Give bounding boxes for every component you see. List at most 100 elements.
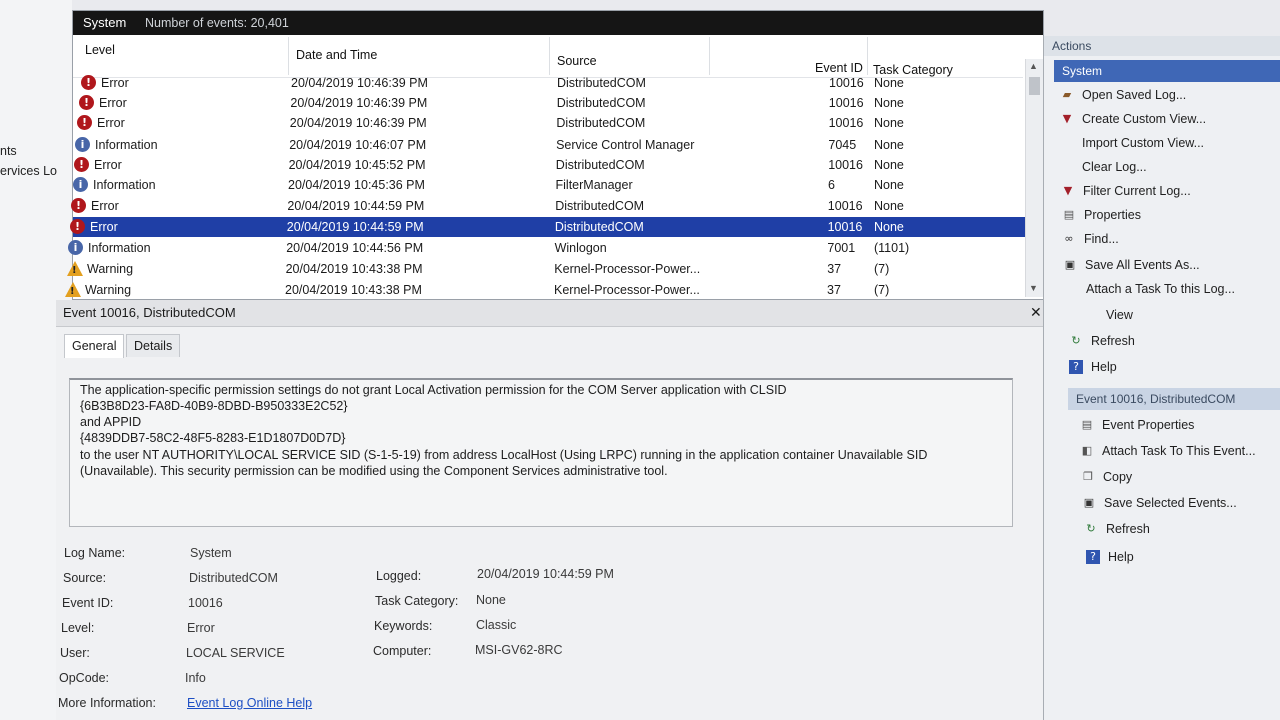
close-icon[interactable]: ✕ xyxy=(1030,304,1042,321)
event-source: DistributedCOM xyxy=(555,158,645,172)
scroll-down-icon[interactable]: ▼ xyxy=(1029,283,1038,293)
event-source: DistributedCOM xyxy=(556,96,646,110)
event-task-category: (7) xyxy=(874,283,890,297)
event-source: Winlogon xyxy=(554,241,607,255)
event-datetime: 20/04/2019 10:45:36 PM xyxy=(288,178,425,192)
event-row[interactable]: ! Warning 20/04/2019 10:43:38 PM Kernel-Pro… xyxy=(67,259,1028,279)
event-id: 37 xyxy=(827,283,841,297)
event-row[interactable]: ! Warning 20/04/2019 10:43:38 PM Kernel-Pro… xyxy=(65,280,1028,300)
copy-icon: ❐ xyxy=(1083,470,1093,483)
event-source: FilterManager xyxy=(555,178,633,192)
event-source: Kernel-Processor-Power... xyxy=(554,283,700,297)
message-line: The application-specific permission sett… xyxy=(80,383,787,397)
action-label: Refresh xyxy=(1091,334,1135,348)
event-row[interactable]: ! Error 20/04/2019 10:44:59 PM DistributedC… xyxy=(71,196,1028,216)
actions-group-event[interactable]: Event 10016, DistributedCOM xyxy=(1068,388,1280,410)
event-id: 10016 xyxy=(828,96,864,110)
event-detail-pane: Event 10016, DistributedCOM ✕ General De… xyxy=(56,300,1052,720)
event-row[interactable]: i Information 20/04/2019 10:45:36 PM Filter… xyxy=(73,175,1028,195)
event-datetime: 20/04/2019 10:46:39 PM xyxy=(291,76,428,90)
error-icon: ! xyxy=(79,95,94,110)
event-source: DistributedCOM xyxy=(554,220,644,234)
action-label: Create Custom View... xyxy=(1082,112,1207,126)
event-level: Information xyxy=(95,138,158,152)
scroll-thumb[interactable] xyxy=(1029,77,1040,95)
event-datetime: 20/04/2019 10:44:59 PM xyxy=(286,220,424,234)
error-icon: ! xyxy=(71,198,86,213)
user-value: LOCAL SERVICE xyxy=(186,646,285,660)
user-label: User: xyxy=(60,646,90,660)
event-list-header: System Number of events: 20,401 xyxy=(73,11,1043,35)
action-label: Open Saved Log... xyxy=(1082,88,1187,102)
actions-pane: Actions System ▰ Open Saved Log... ▼ Create… xyxy=(1043,36,1280,720)
tab-general[interactable]: General xyxy=(64,334,125,358)
keywords-label: Keywords: xyxy=(374,619,433,633)
event-task-category: (7) xyxy=(874,262,890,276)
event-id: 10016 xyxy=(828,116,864,130)
event-count: Number of events: 20,401 xyxy=(145,16,289,30)
event-row[interactable]: ! Error 20/04/2019 10:46:39 PM DistributedC… xyxy=(73,73,1028,93)
save-icon: ▣ xyxy=(1083,496,1095,509)
event-id-value: 10016 xyxy=(188,596,223,610)
actions-group-system[interactable]: System xyxy=(1054,60,1280,82)
event-level: Error xyxy=(99,96,127,110)
event-row[interactable]: ! Error 20/04/2019 10:46:39 PM DistributedC… xyxy=(73,113,1028,133)
tab-details[interactable]: Details xyxy=(126,334,181,357)
action-label: Attach a Task To this Log... xyxy=(1086,282,1235,296)
refresh-icon: ↻ xyxy=(1071,334,1081,347)
event-task-category: None xyxy=(874,199,904,213)
help-icon: ? xyxy=(1069,360,1083,374)
event-datetime: 20/04/2019 10:46:07 PM xyxy=(289,138,427,152)
log-name-title: System xyxy=(83,15,127,30)
scroll-up-icon[interactable]: ▲ xyxy=(1029,61,1038,71)
event-row[interactable]: ! Error 20/04/2019 10:46:39 PM DistributedC… xyxy=(73,93,1028,113)
logged-label: Logged: xyxy=(376,569,422,583)
event-row[interactable]: ! Error 20/04/2019 10:44:59 PM DistributedC… xyxy=(70,217,1028,237)
tree-item[interactable]: ervices Lo xyxy=(0,164,57,178)
action-label: Copy xyxy=(1103,470,1133,484)
computer-label: Computer: xyxy=(373,644,432,658)
error-icon: ! xyxy=(74,157,89,172)
event-level: Error xyxy=(91,199,119,213)
action-label: Event Properties xyxy=(1102,418,1195,432)
error-icon: ! xyxy=(77,115,92,130)
column-headers: Level Date and Time Source Event ID Task… xyxy=(73,35,1023,78)
action-label: Refresh xyxy=(1106,522,1150,536)
event-row[interactable]: i Information 20/04/2019 10:44:56 PM Winlog… xyxy=(68,238,1028,258)
event-level: Warning xyxy=(85,283,132,297)
event-source: DistributedCOM xyxy=(555,199,645,213)
event-level: Error xyxy=(90,220,118,234)
event-datetime: 20/04/2019 10:44:59 PM xyxy=(287,199,425,213)
message-line: and APPID xyxy=(80,415,142,429)
message-line: to the user NT AUTHORITY\LOCAL SERVICE S… xyxy=(80,448,928,462)
event-level: Error xyxy=(94,158,122,172)
message-line: {4839DDB7-58C2-48F5-8283-E1D1807D0D7D} xyxy=(80,431,346,445)
level-value: Error xyxy=(187,621,215,635)
properties-icon: ▤ xyxy=(1063,208,1075,221)
event-log-online-help-link[interactable]: Event Log Online Help xyxy=(187,696,312,710)
list-scrollbar[interactable]: ▲ ▼ xyxy=(1025,59,1043,297)
event-id: 10016 xyxy=(827,199,863,213)
event-id-label: Event ID: xyxy=(62,596,114,610)
task-category-value: None xyxy=(476,593,506,607)
help-icon: ? xyxy=(1086,550,1100,564)
event-id: 6 xyxy=(828,178,835,192)
column-source[interactable]: Source xyxy=(557,54,597,68)
event-task-category: None xyxy=(874,158,904,172)
column-level[interactable]: Level xyxy=(85,43,115,57)
event-source: Kernel-Processor-Power... xyxy=(554,262,701,276)
event-message-box[interactable]: The application-specific permission sett… xyxy=(69,378,1013,527)
column-date-time[interactable]: Date and Time xyxy=(296,48,377,62)
filter-icon: ▼ xyxy=(1062,112,1072,125)
action-label: Properties xyxy=(1084,208,1141,222)
event-id: 10016 xyxy=(828,158,863,172)
event-row[interactable]: i Information 20/04/2019 10:46:07 PM Servic… xyxy=(73,135,1028,155)
event-level: Error xyxy=(101,76,129,90)
event-datetime: 20/04/2019 10:43:38 PM xyxy=(285,262,423,276)
event-row[interactable]: ! Error 20/04/2019 10:45:52 PM DistributedC… xyxy=(73,155,1028,175)
tree-item[interactable]: nts xyxy=(0,144,17,158)
information-icon: i xyxy=(73,177,88,192)
action-label: Save Selected Events... xyxy=(1104,496,1237,510)
action-label: Import Custom View... xyxy=(1082,136,1205,150)
more-information-label: More Information: xyxy=(58,696,156,710)
